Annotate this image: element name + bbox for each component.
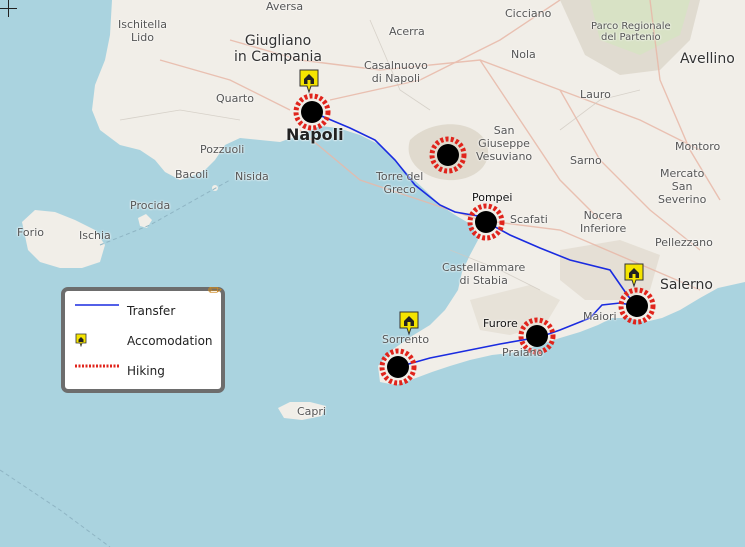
legend-accommodation: Accomodation: [75, 333, 213, 349]
label-quarto: Quarto: [216, 92, 254, 105]
pencil-edit-icon[interactable]: ✏: [208, 281, 222, 301]
label-nocera-inferiore: Nocera Inferiore: [580, 209, 627, 235]
transfer-line-icon: [75, 303, 119, 319]
label-ischia: Ischia: [79, 229, 111, 242]
label-nisida: Nisida: [235, 170, 269, 183]
legend-transfer: Transfer: [75, 303, 175, 319]
legend-transfer-label: Transfer: [127, 304, 176, 318]
label-giugliano: Giugliano in Campania: [234, 33, 323, 65]
label-mercato-san-severino: Mercato San Severino: [658, 167, 707, 206]
label-torre-del-greco: Torre del Greco: [376, 170, 424, 196]
label-bacoli: Bacoli: [175, 168, 209, 181]
label-castellammare-di-stabia: Castellammare di Stabia: [442, 261, 526, 287]
label-montoro: Montoro: [675, 140, 721, 153]
label-ischitella-lido: Ischitella Lido: [118, 18, 167, 44]
label-aversa: Aversa: [266, 0, 304, 13]
label-parco-partenio: Parco Regionale del Partenio: [591, 21, 671, 43]
label-acerra: Acerra: [389, 25, 425, 38]
label-maiori: Maiori: [583, 310, 617, 323]
label-pozzuoli: Pozzuoli: [200, 143, 245, 156]
accommodation-marker-sorrento[interactable]: [398, 310, 420, 336]
label-forio: Forio: [17, 226, 44, 239]
label-cicciano: Cicciano: [505, 7, 552, 20]
hiking-line-icon: [75, 363, 119, 379]
label-napoli: Napoli: [286, 125, 344, 144]
label-salerno: Salerno: [660, 277, 713, 293]
legend-hiking-label: Hiking: [127, 364, 165, 378]
label-casalnuovo: Casalnuovo di Napoli: [364, 59, 428, 85]
crosshair-icon: [0, 0, 17, 17]
label-avellino: Avellino: [680, 51, 735, 67]
label-lauro: Lauro: [580, 88, 611, 101]
label-pellezzano: Pellezzano: [655, 236, 713, 249]
label-furore: Furore: [483, 317, 518, 330]
legend-hiking: Hiking: [75, 363, 165, 379]
legend-accommodation-label: Accomodation: [127, 334, 213, 348]
label-pompei: Pompei: [472, 191, 513, 204]
accommodation-marker-napoli[interactable]: [298, 68, 320, 94]
label-sarno: Sarno: [570, 154, 602, 167]
map-legend: Transfer Accomodation Hiking: [61, 287, 225, 393]
label-nola: Nola: [511, 48, 536, 61]
accommodation-marker-salerno[interactable]: [623, 262, 645, 288]
label-capri: Capri: [297, 405, 326, 418]
label-procida: Procida: [130, 199, 171, 212]
label-san-giuseppe-vesuviano: San Giuseppe Vesuviano: [476, 124, 533, 163]
accommodation-icon: [75, 333, 119, 349]
label-scafati: Scafati: [510, 213, 548, 226]
map-view[interactable]: Aversa Cicciano Ischitella Lido Acerra P…: [0, 0, 745, 547]
procida-island: [138, 214, 152, 228]
label-praiano: Praiano: [502, 346, 544, 359]
